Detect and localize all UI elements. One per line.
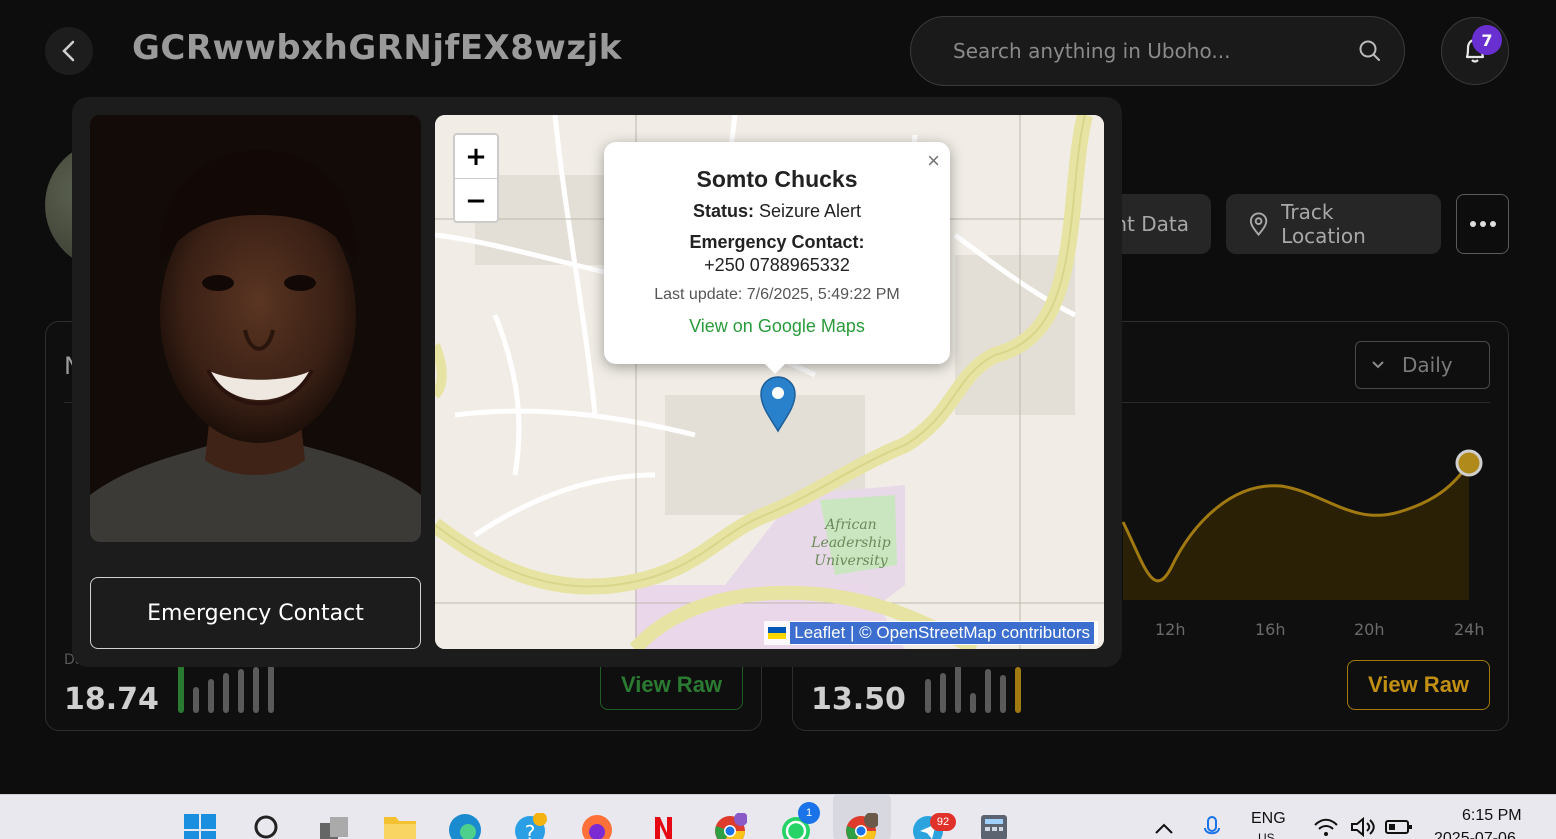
map-popup: × Somto Chucks Status: Seizure Alert Eme… — [604, 142, 950, 364]
search-bar[interactable] — [910, 16, 1405, 86]
emergency-contact-button[interactable]: Emergency Contact — [90, 577, 421, 649]
mini-bar — [223, 673, 229, 713]
leaflet-link[interactable]: Leaflet — [794, 623, 845, 643]
telegram-badge: 92 — [930, 813, 956, 831]
last-update: Last update: 7/6/2025, 5:49:22 PM — [654, 286, 900, 303]
trend-area — [1123, 463, 1469, 600]
file-explorer-icon[interactable] — [382, 813, 418, 839]
back-button[interactable] — [45, 27, 93, 75]
whatsapp-badge: 1 — [798, 802, 820, 824]
ukraine-flag-icon — [768, 627, 787, 639]
stat-value: 13.50 — [811, 682, 906, 717]
help-app-icon[interactable]: ? — [512, 813, 548, 839]
zoom-control: + − — [453, 133, 499, 223]
x-tick: 12h — [1155, 620, 1186, 639]
period-select-value: Daily — [1402, 353, 1453, 377]
more-dot — [1469, 221, 1476, 227]
more-options-button[interactable] — [1456, 194, 1509, 254]
x-tick: 16h — [1255, 620, 1286, 639]
attribution-text: Leaflet | © OpenStreetMap contributors — [790, 622, 1094, 644]
clock-time[interactable]: 6:15 PM — [1462, 807, 1522, 825]
mini-bar — [238, 669, 244, 713]
mini-bar — [985, 669, 991, 713]
view-raw-button[interactable]: View Raw — [600, 660, 743, 710]
x-tick: 20h — [1354, 620, 1385, 639]
svg-text:?: ? — [525, 821, 536, 839]
map-marker-icon[interactable] — [759, 375, 797, 433]
notifications-button[interactable] — [1441, 17, 1509, 85]
calculator-icon[interactable] — [976, 813, 1012, 839]
firefox-icon[interactable] — [579, 813, 615, 839]
search-icon[interactable] — [1358, 39, 1382, 63]
map-place-label: African — [823, 517, 876, 533]
google-maps-link[interactable]: View on Google Maps — [604, 316, 950, 337]
popup-tip — [761, 360, 789, 374]
portrait-image — [90, 115, 421, 542]
location-pin-icon — [1249, 212, 1268, 237]
region-indicator: US — [1258, 831, 1275, 839]
popup-name: Somto Chucks — [696, 166, 858, 192]
popup-status: Status: Seizure Alert — [604, 201, 950, 222]
more-dot — [1479, 221, 1486, 227]
taskbar-search-icon[interactable] — [248, 813, 284, 839]
stat-value: 18.74 — [64, 682, 159, 717]
trend-endpoint — [1455, 449, 1483, 477]
search-input[interactable] — [953, 39, 1358, 63]
chrome-active-icon[interactable] — [833, 795, 891, 839]
mini-bars — [925, 665, 1021, 713]
page-title: GCRwwbxhGRNjfEX8wzjk — [132, 28, 622, 68]
mini-bar — [925, 679, 931, 713]
patient-photo — [90, 115, 421, 542]
mini-bar — [178, 665, 184, 713]
track-location-label: Track Location — [1281, 200, 1366, 248]
mini-bar — [1000, 675, 1006, 713]
mini-bar — [253, 667, 259, 713]
map-place-label: University — [814, 553, 888, 569]
battery-icon[interactable] — [1385, 819, 1413, 835]
mini-bars — [178, 665, 274, 713]
mini-bar — [193, 687, 199, 713]
contact-label: Emergency Contact: — [689, 232, 865, 252]
mini-bar — [955, 665, 961, 713]
microphone-icon[interactable] — [1202, 815, 1222, 839]
chevron-down-icon — [1372, 361, 1384, 369]
wifi-icon[interactable] — [1313, 817, 1339, 837]
mini-bar — [940, 673, 946, 713]
zoom-out-button[interactable]: − — [455, 179, 497, 223]
more-dot — [1489, 221, 1496, 227]
close-icon[interactable]: × — [927, 148, 940, 174]
track-location-button[interactable]: Track Location — [1226, 194, 1441, 254]
zoom-in-button[interactable]: + — [455, 135, 497, 179]
edge-icon[interactable] — [447, 813, 483, 839]
mini-bar — [268, 665, 274, 713]
language-indicator[interactable]: ENG — [1251, 810, 1286, 828]
mini-bar — [208, 679, 214, 713]
map-attribution: Leaflet | © OpenStreetMap contributors — [764, 621, 1098, 645]
status-label: Status: — [692, 201, 754, 221]
contact-phone: +250 0788965332 — [704, 255, 850, 275]
windows-taskbar: ? 1 92 ENG US 6:15 PM 2025-07-06 — [0, 794, 1556, 839]
period-select[interactable]: Daily — [1355, 341, 1490, 389]
task-view-icon[interactable] — [315, 813, 351, 839]
mini-bar — [970, 693, 976, 713]
popup-contact: Emergency Contact: — [604, 232, 950, 253]
start-icon[interactable] — [182, 813, 218, 839]
chrome-profile-icon[interactable] — [712, 813, 748, 839]
patient-data-label: nt Data — [1114, 212, 1189, 236]
clock-date[interactable]: 2025-07-06 — [1434, 830, 1516, 839]
map-place-label: Leadership — [810, 535, 891, 551]
location-map[interactable]: African Leadership University + − × Somt… — [435, 115, 1104, 649]
chevron-left-icon — [62, 40, 75, 62]
chevron-up-icon[interactable] — [1154, 823, 1174, 835]
x-tick: 24h — [1454, 620, 1485, 639]
osm-attribution[interactable]: | © OpenStreetMap contributors — [850, 623, 1090, 643]
netflix-icon[interactable] — [645, 813, 681, 839]
view-raw-button[interactable]: View Raw — [1347, 660, 1490, 710]
location-modal: Emergency Contact African Leadership Uni… — [72, 97, 1122, 667]
status-value: Seizure Alert — [758, 201, 862, 221]
notification-count-badge: 7 — [1472, 25, 1502, 55]
mini-bar — [1015, 667, 1021, 713]
volume-icon[interactable] — [1350, 817, 1376, 837]
